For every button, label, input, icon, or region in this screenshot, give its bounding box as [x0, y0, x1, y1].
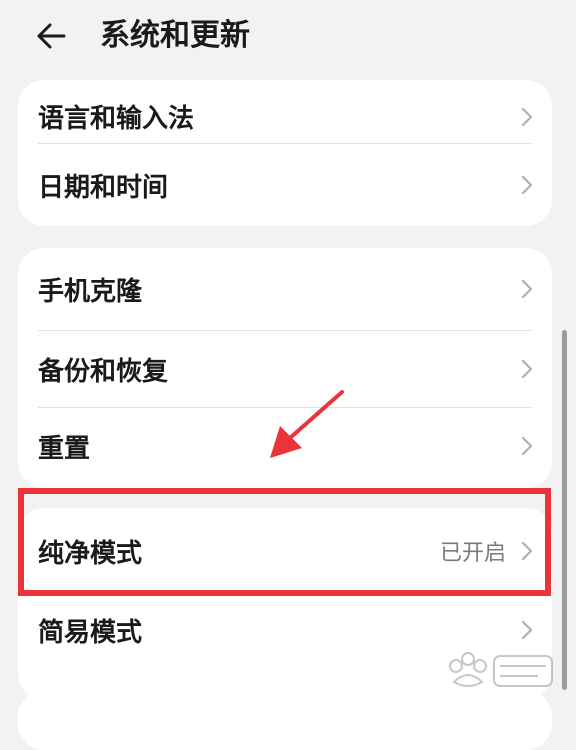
baidu-jingyan-watermark-icon [438, 646, 558, 698]
settings-card-1: 语言和输入法 日期和时间 [18, 80, 552, 226]
setting-row-date-time[interactable]: 日期和时间 [18, 144, 552, 226]
back-button[interactable] [30, 14, 80, 58]
annotation-arrow-icon [250, 380, 360, 470]
chevron-right-icon [520, 619, 534, 641]
setting-label: 重置 [38, 433, 91, 464]
scrollbar[interactable] [562, 330, 567, 690]
chevron-right-icon [520, 106, 534, 128]
chevron-right-icon [520, 358, 534, 380]
chevron-right-icon [520, 278, 534, 300]
setting-label: 手机克隆 [38, 276, 143, 307]
chevron-right-icon [520, 174, 534, 196]
setting-label: 备份和恢复 [38, 356, 169, 387]
chevron-right-icon [520, 435, 534, 457]
arrow-left-icon [37, 23, 66, 49]
highlight-box [18, 488, 551, 596]
setting-label: 简易模式 [38, 617, 143, 648]
title-bar: 系统和更新 [0, 0, 576, 80]
settings-card-4 [18, 690, 552, 750]
setting-row-phone-clone[interactable]: 手机克隆 [18, 248, 552, 330]
page-title: 系统和更新 [100, 18, 250, 53]
setting-label: 日期和时间 [38, 172, 169, 203]
